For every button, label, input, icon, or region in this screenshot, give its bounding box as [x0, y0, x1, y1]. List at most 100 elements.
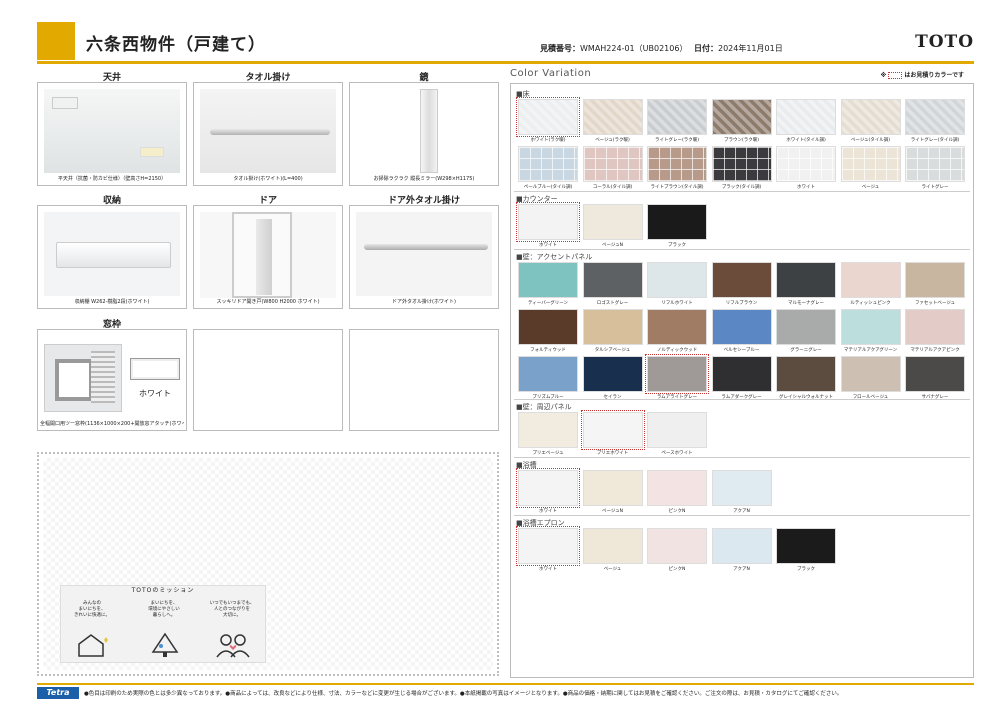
color-swatch [776, 146, 836, 182]
color-swatch-label: ベージュN [602, 509, 623, 514]
ceiling-image [44, 89, 180, 173]
color-swatch [647, 146, 707, 182]
color-swatch-label: ホワイト [539, 243, 557, 248]
color-swatch-label: プリエホワイト [596, 451, 629, 456]
color-swatch [516, 202, 580, 242]
color-swatch-label: ルティッシュピンク [850, 301, 891, 306]
toto-logo: TOTO [915, 32, 974, 52]
color-swatch [905, 99, 965, 135]
caption-storage: 収納棚 W262-樹脂2段(ホワイト) [74, 299, 150, 305]
card-mirror: お掃除ラクラク 縦長ミラー(W298×H1175) [349, 82, 499, 186]
mission-text-3: いつでもいつまでも、 人とのつながりを 大切に。 [209, 601, 255, 618]
storage-shelf-image [44, 212, 180, 296]
page-title: 六条西物件（戸建て） [86, 35, 266, 55]
caption-door: スッキリドア開き戸(W800 H2000 ホワイト) [216, 299, 320, 305]
color-swatch-label: ライトグレー(ラク暖) [654, 138, 699, 143]
color-swatch-label: プリエベージュ [532, 451, 564, 456]
color-swatch [711, 146, 772, 182]
color-swatch-label: アクアN [733, 567, 750, 572]
color-swatch [516, 97, 580, 137]
color-swatch [645, 354, 709, 394]
color-swatch-label: アクアN [733, 509, 750, 514]
quote-number: WMAH224-01（UB02106） [580, 44, 688, 53]
color-swatch [582, 99, 643, 135]
color-swatch-label: ホワイト [539, 567, 557, 572]
color-swatch [582, 204, 643, 240]
section-divider [514, 457, 970, 458]
color-swatch-label: リフルホワイト [661, 301, 693, 306]
card-towel-bar: タオル掛け(ホワイト)(L=400) [193, 82, 343, 186]
color-swatch-label: フォルティウッド [530, 348, 566, 353]
section-title-floor: ■床 [516, 90, 530, 98]
color-swatch-label: ライトブラウン(タイル調) [650, 185, 704, 190]
color-swatch [516, 468, 580, 508]
window-white-swatch [130, 358, 180, 380]
color-swatch [647, 99, 707, 135]
caption-mirror: お掃除ラクラク 縦長ミラー(W298×H1175) [373, 176, 475, 182]
color-swatch-label: ティーバーグリーン [528, 301, 568, 306]
card-ceiling: 平天井（抗菌・防カビ仕様）（壁高さH=2150） [37, 82, 187, 186]
towel-bar-image [200, 89, 336, 173]
door-image [200, 212, 336, 298]
color-swatch-label: ライトグレー [921, 185, 949, 190]
color-swatch [582, 146, 643, 182]
footer-divider [37, 683, 974, 685]
people-icon [216, 634, 250, 658]
color-swatch-label: ブラウン(ラク暖) [723, 138, 759, 143]
footer-disclaimer: ●色目は印刷のため実際の色とは多少異なっております。●商品によっては、改良などに… [84, 691, 843, 697]
window-frame-diagram [44, 344, 122, 412]
color-swatch [711, 99, 772, 135]
section-title-side-panel: ■壁：周辺パネル [516, 403, 572, 411]
color-swatch [516, 526, 580, 566]
color-swatch-label: ライトグレー(タイル調) [910, 138, 960, 143]
quoted-color-note-prefix: ※ [880, 72, 887, 79]
color-swatch-label: ピンクN [668, 567, 686, 572]
card-storage: 収納棚 W262-樹脂2段(ホワイト) [37, 205, 187, 309]
color-swatch [840, 262, 901, 298]
color-swatch-label: マルモーナグレー [788, 301, 824, 306]
color-swatch [840, 356, 901, 392]
color-swatch-label: ノルディックウッド [656, 348, 698, 353]
caption-window-frame: 全幅開口用ツー窓枠(1136×1000×200+開放窓アタッチ(ホワイト)) [40, 421, 184, 427]
caption-ceiling: 平天井（抗菌・防カビ仕様）（壁高さH=2150） [57, 176, 167, 182]
mission-text-2: まいにちを、 環境にやさしい 暮らしへ。 [148, 601, 180, 618]
tree-icon [151, 632, 179, 657]
window-frame-image: ホワイト [44, 344, 180, 414]
color-swatch-label: ブラック(タイル調) [721, 185, 762, 190]
color-swatch-label: ベージュ [861, 185, 880, 190]
door-towel-bar-image [356, 212, 492, 296]
house-icon [78, 634, 108, 657]
color-swatch [711, 528, 772, 564]
color-swatch-label: ロゴストグレー [596, 301, 629, 306]
color-swatch [905, 146, 965, 182]
tetra-logo: Tetra [37, 687, 79, 699]
toto-mission-box: TOTOのミッション みんなの まいにちを、 きれいに快適に。 まいにちを、 環… [60, 585, 266, 663]
color-swatch-label: ファセットベージュ [914, 301, 956, 306]
section-divider [514, 399, 970, 400]
section-divider [514, 191, 970, 192]
quote-number-label: 見積番号： [540, 44, 580, 53]
color-swatch-label: ピンクN [668, 509, 686, 514]
section-divider [514, 515, 970, 516]
caption-door-towel-bar: ドア外タオル掛け(ホワイト) [392, 299, 456, 305]
quoted-color-note: ※ はお見積りカラーです [881, 70, 964, 79]
color-swatch [776, 356, 836, 392]
color-swatch [905, 262, 965, 298]
color-swatch-label: ホワイト(タイル調) [786, 138, 826, 143]
color-swatch [776, 528, 836, 564]
color-swatch [582, 309, 643, 345]
color-swatch-label: ペースホワイト [661, 451, 693, 456]
quote-info: 見積番号：WMAH224-01（UB02106） 日付：2024年11月01日 [540, 43, 783, 54]
card-door-towel-bar: ドア外タオル掛け(ホワイト) [349, 205, 499, 309]
section-divider [514, 249, 970, 250]
color-swatch [905, 356, 965, 392]
color-swatch [582, 470, 643, 506]
color-swatch [711, 262, 772, 298]
color-swatch-label: ブラック [668, 243, 686, 248]
color-swatch-label: ブラック [797, 567, 815, 572]
card-door: スッキリドア開き戸(W800 H2000 ホワイト) [193, 205, 343, 309]
section-title-accent-panel: ■壁：アクセントパネル [516, 253, 593, 261]
color-swatch [518, 262, 578, 298]
color-swatch [582, 528, 643, 564]
color-swatch [647, 470, 707, 506]
